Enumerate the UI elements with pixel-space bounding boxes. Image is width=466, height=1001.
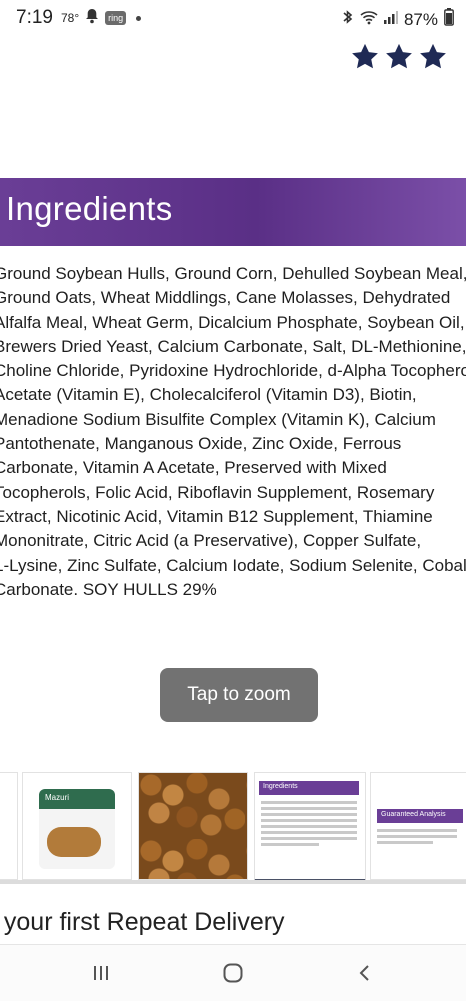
ingredients-title: Ingredients [6,190,173,227]
bag-brand-label: Mazuri [45,793,70,802]
battery-icon [444,8,454,31]
ingredients-line: L-Lysine, Zinc Sulfate, Calcium Iodate, … [0,555,466,575]
thumb-kibble[interactable] [138,772,248,880]
mini-analysis-header: Guaranteed Analysis [377,809,463,823]
mini-analysis-label: Guaranteed Analysis [381,811,446,818]
ingredients-line: Pantothenate, Manganous Oxide, Zinc Oxid… [0,434,402,454]
mini-analysis-text [377,829,457,847]
wifi-icon [360,9,378,30]
ingredients-banner: Ingredients [0,178,466,246]
product-image-zoom[interactable]: Ingredients Ground Soybean Hulls, Ground… [0,82,466,762]
kibble-image [139,773,247,879]
ingredients-line: Choline Chloride, Pyridoxine Hydrochlori… [0,361,466,381]
thumb-partial[interactable] [0,772,18,880]
ingredients-line: Ground Soybean Hulls, Ground Corn, Dehul… [0,264,466,283]
ingredients-text: Ground Soybean Hulls, Ground Corn, Dehul… [0,262,466,602]
system-nav-bar [0,944,466,1001]
ring-icon: ring [105,11,127,25]
mini-ingredients-text [261,801,357,849]
thumb-ingredients[interactable]: Ingredients [254,772,366,882]
status-time: 7:19 [16,7,53,28]
mini-ingredients-header: Ingredients [259,781,359,795]
product-bag-image: Mazuri [39,789,115,869]
bluetooth-icon [342,9,354,30]
back-icon[interactable] [350,961,380,985]
status-temperature: 78° [60,11,80,25]
ingredients-line: Brewers Dried Yeast, Calcium Carbonate, … [0,336,466,356]
battery-percentage: 87% [403,9,438,29]
ingredients-line: Menadione Sodium Bisulfite Complex (Vita… [0,409,436,429]
home-icon[interactable] [218,961,248,985]
tap-to-zoom-button[interactable]: Tap to zoom [160,668,318,722]
signal-icon [383,9,398,30]
bell-icon [85,8,99,29]
ingredients-line: Mononitrate, Citric Acid (a Preservative… [0,531,422,551]
ingredients-line: Extract, Nicotinic Acid, Vitamin B12 Sup… [0,506,433,526]
ingredients-line: Tocopherols, Folic Acid, Riboflavin Supp… [0,482,435,502]
thumb-bag[interactable]: Mazuri [22,772,132,880]
ingredients-line: Ground Oats, Wheat Middlings, Cane Molas… [0,288,451,308]
ingredients-line: Carbonate. SOY HULLS 29% [0,579,217,599]
dot-icon [136,15,142,21]
status-bar: 7:19 78° ring 87% [0,0,466,38]
mini-ingredients-label: Ingredients [263,783,298,790]
recent-apps-icon[interactable] [86,961,116,985]
star-icon [420,43,446,69]
star-icon [386,43,412,69]
rating-stars[interactable] [350,42,448,72]
star-icon [352,43,378,69]
thumbnail-carousel[interactable]: Mazuri Ingredients Guaranteed Analysis [0,770,466,882]
thumb-guaranteed-analysis[interactable]: Guaranteed Analysis [370,772,466,880]
ingredients-line: Acetate (Vitamin E), Cholecalciferol (Vi… [0,385,417,405]
ingredients-line: Carbonate, Vitamin A Acetate, Preserved … [0,458,387,478]
ingredients-line: Alfalfa Meal, Wheat Germ, Dicalcium Phos… [0,312,465,332]
repeat-delivery-text: f your first Repeat Delivery [0,908,285,936]
carousel-scrollbar [0,880,466,884]
